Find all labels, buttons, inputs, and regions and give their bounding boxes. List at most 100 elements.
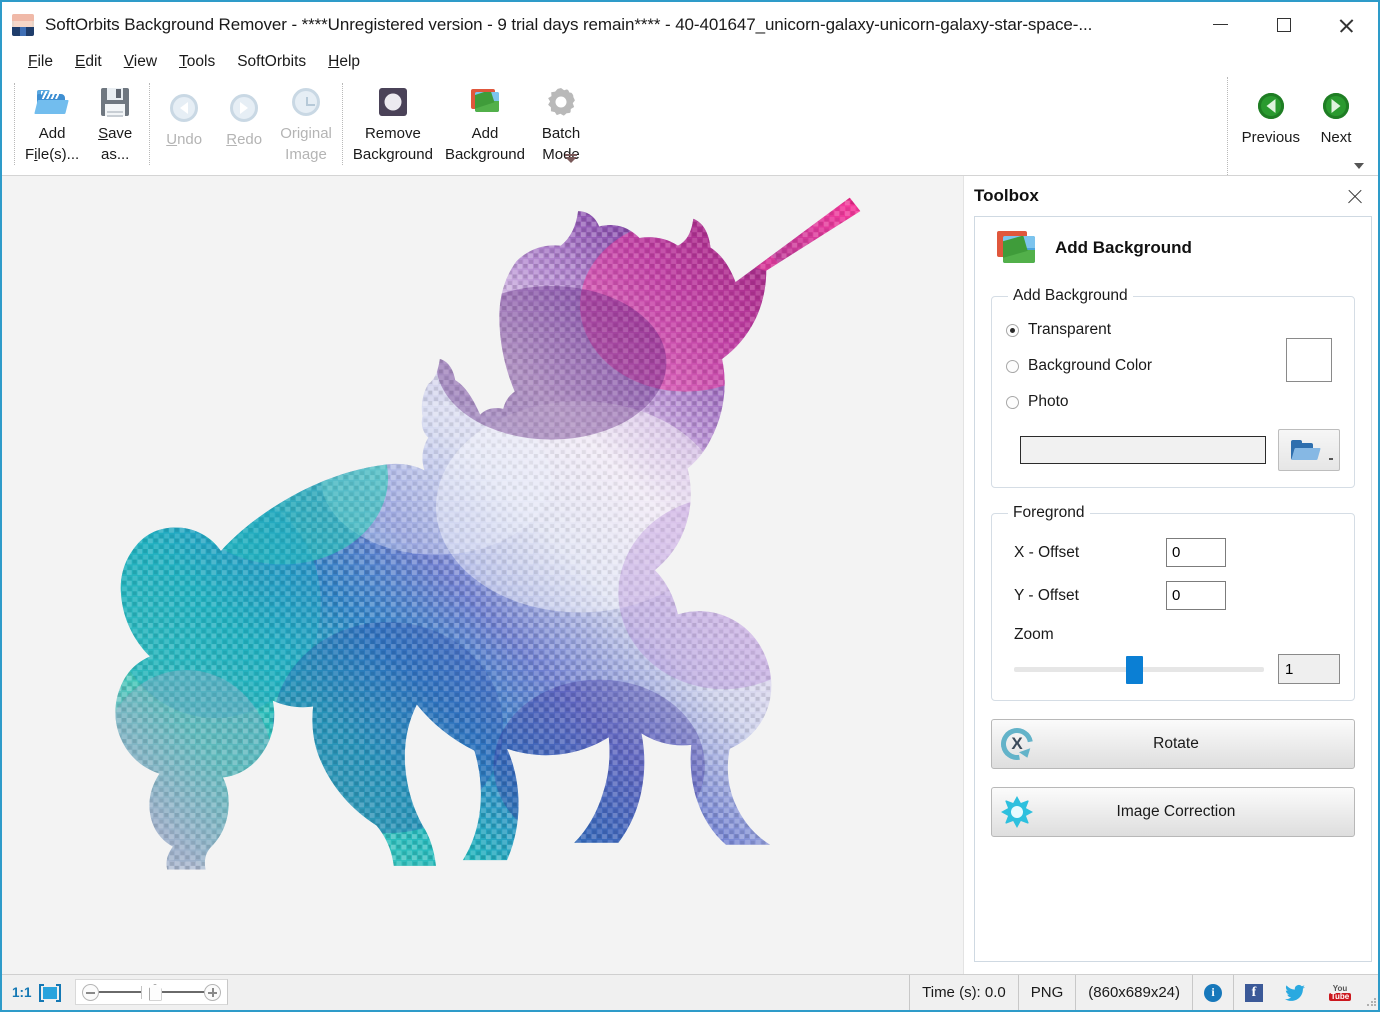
maximize-button[interactable]: [1252, 2, 1315, 47]
menu-item-softorbits[interactable]: SoftOrbits: [227, 50, 316, 74]
add-background-legend: Add Background: [1008, 287, 1133, 305]
zoom-in-button[interactable]: [204, 984, 221, 1001]
maximize-icon: [1277, 18, 1291, 32]
browse-photo-button[interactable]: [1278, 429, 1340, 471]
status-format: PNG: [1019, 975, 1077, 1010]
toolbox-close-icon[interactable]: [1342, 183, 1368, 209]
toolbar-add-files-button[interactable]: Add File(s)...: [19, 77, 85, 175]
minimize-icon: [1213, 24, 1228, 26]
info-button[interactable]: i: [1193, 975, 1234, 1010]
radio-transparent[interactable]: Transparent: [1006, 321, 1340, 339]
toolbar-remove-bg-label-1: Remove: [365, 123, 421, 144]
toolbar-separator-3: [342, 83, 343, 165]
green-left-arrow-icon: [1254, 89, 1288, 123]
toolbar-overflow-button[interactable]: [1354, 77, 1364, 175]
zoom-slider-row: [1006, 654, 1340, 684]
toolbar-remove-bg-label-2: Background: [353, 144, 433, 165]
toolbar-batch-mode-label-1: Batch: [542, 123, 580, 144]
floppy-disk-icon: [98, 85, 132, 119]
menu-item-tools[interactable]: Tools: [169, 50, 225, 74]
toolbar-undo-label: Undo: [166, 129, 202, 150]
twitter-link[interactable]: [1274, 975, 1316, 1010]
radio-background-color-indicator: [1006, 360, 1019, 373]
zoom-slider[interactable]: [1014, 667, 1264, 672]
youtube-icon-bottom: Tube: [1329, 993, 1352, 1001]
image-canvas[interactable]: [2, 176, 963, 974]
foreground-legend: Foregrond: [1008, 504, 1090, 522]
menu-bar: FFileile Edit View Tools SoftOrbits Help: [2, 47, 1378, 77]
photo-path-input[interactable]: [1020, 436, 1266, 464]
zoom-out-button[interactable]: [82, 984, 99, 1001]
twitter-icon: [1285, 984, 1305, 1002]
info-icon: i: [1204, 984, 1222, 1002]
minimize-button[interactable]: [1189, 2, 1252, 47]
status-bar: 1:1 Time (s): 0.0 PNG (860x689x24) i f: [2, 974, 1378, 1010]
y-offset-input[interactable]: [1166, 581, 1226, 610]
zoom-value-input[interactable]: [1278, 654, 1340, 684]
close-button[interactable]: [1315, 2, 1378, 47]
window-controls: [1189, 2, 1378, 47]
background-color-swatch[interactable]: [1286, 338, 1332, 382]
toolbar-save-as-label-2: as...: [101, 144, 129, 165]
clock-icon: [289, 85, 323, 119]
x-offset-row: X - Offset: [1006, 538, 1340, 567]
toolbar-undo-button[interactable]: Undo: [154, 77, 214, 175]
image-correction-button[interactable]: Image Correction: [991, 787, 1355, 837]
main-area: Toolbox Add Background Add Background Tr…: [2, 176, 1378, 974]
toolbar-original-image-button[interactable]: Original Image: [274, 77, 338, 175]
toolbar-batch-mode-button[interactable]: Batch Mode: [531, 77, 591, 175]
toolbox-header: Toolbox: [968, 176, 1378, 216]
radio-photo-indicator: [1006, 396, 1019, 409]
chevron-down-icon[interactable]: [564, 153, 578, 167]
arrow-right-icon: [227, 91, 261, 125]
toolbar-redo-label: Redo: [226, 129, 262, 150]
fit-to-window-button[interactable]: [39, 975, 71, 1010]
status-time: Time (s): 0.0: [910, 975, 1019, 1010]
youtube-link[interactable]: You Tube: [1316, 975, 1364, 1010]
status-spacer: [228, 975, 911, 1010]
photo-path-row: [1006, 429, 1340, 471]
zoom-track-mid-tick: [141, 984, 149, 1001]
tool-title: Add Background: [1055, 238, 1192, 258]
radio-photo[interactable]: Photo: [1006, 393, 1340, 411]
toolbar-save-as-button[interactable]: Save as...: [85, 77, 145, 175]
arrow-left-icon: [167, 91, 201, 125]
toolbar-add-files-label-1: Add: [39, 123, 66, 144]
open-folder-icon: [35, 85, 69, 119]
radio-background-color[interactable]: Background Color: [1006, 357, 1340, 375]
toolbar-remove-background-button[interactable]: Remove Background: [347, 77, 439, 175]
resize-grip[interactable]: [1364, 975, 1378, 1010]
menu-item-view[interactable]: View: [114, 50, 167, 74]
toolbar-original-image-label-1: Original: [280, 123, 332, 144]
facebook-link[interactable]: f: [1234, 975, 1274, 1010]
status-zoom-slider[interactable]: [75, 979, 228, 1005]
zoom-slider-handle[interactable]: [149, 984, 162, 1001]
add-background-group: Add Background Transparent Background Co…: [991, 287, 1355, 488]
menu-item-help[interactable]: Help: [318, 50, 370, 74]
toolbar-previous-button[interactable]: Previous: [1236, 77, 1306, 148]
foreground-group: Foregrond X - Offset Y - Offset Zoom: [991, 504, 1355, 701]
remove-bg-icon: [376, 85, 410, 119]
tool-header: Add Background: [991, 231, 1355, 265]
radio-photo-label: Photo: [1028, 393, 1069, 411]
facebook-icon: f: [1245, 984, 1263, 1002]
rotate-x-icon: X: [998, 725, 1036, 763]
radio-background-color-label: Background Color: [1028, 357, 1152, 375]
y-offset-row: Y - Offset: [1006, 581, 1340, 610]
rotate-button[interactable]: X Rotate: [991, 719, 1355, 769]
zoom-label: Zoom: [1006, 626, 1340, 644]
y-offset-label: Y - Offset: [1006, 587, 1166, 605]
close-icon: [1338, 16, 1355, 33]
menu-item-edit[interactable]: Edit: [65, 50, 112, 74]
fit-to-window-icon: [39, 984, 61, 1002]
zoom-slider-thumb[interactable]: [1126, 656, 1143, 684]
x-offset-input[interactable]: [1166, 538, 1226, 567]
toolbar-original-image-label-2: Image: [285, 144, 327, 165]
toolbar-add-background-button[interactable]: Add Background: [439, 77, 531, 175]
unicorn-image: [112, 184, 872, 884]
toolbar-add-files-label-2: File(s)...: [25, 144, 79, 165]
zoom-track-left: [99, 991, 141, 993]
toolbar-next-label: Next: [1321, 127, 1352, 148]
toolbar-redo-button[interactable]: Redo: [214, 77, 274, 175]
menu-item-file[interactable]: FFileile: [18, 50, 63, 74]
